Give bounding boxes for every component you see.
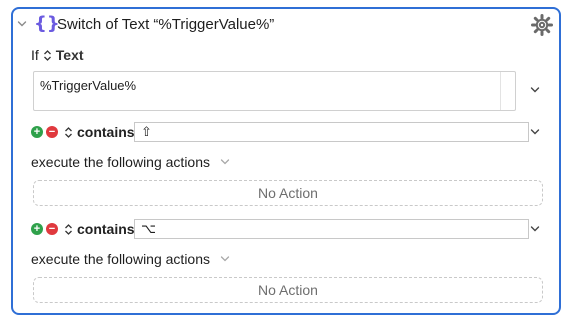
source-selector[interactable]: Text	[56, 47, 84, 63]
case-menu-chevron-icon[interactable]	[530, 225, 540, 233]
action-drop-zone[interactable]: No Action	[33, 277, 543, 303]
text-menu-chevron-icon[interactable]	[530, 86, 540, 94]
text-value: %TriggerValue%	[40, 78, 137, 93]
case-value-field[interactable]: ⌥	[134, 219, 529, 239]
textarea-scrollbar[interactable]	[500, 72, 515, 110]
if-label: If	[31, 47, 39, 63]
braces-icon: {}	[34, 13, 60, 34]
collapse-chevron-icon[interactable]	[17, 19, 27, 29]
execute-label: execute the following actions	[31, 251, 210, 267]
updown-chevron-icon[interactable]	[43, 49, 52, 62]
add-case-button[interactable]: +	[31, 126, 43, 138]
text-value-field[interactable]: %TriggerValue%	[33, 71, 516, 111]
updown-chevron-icon	[65, 126, 72, 138]
execute-actions-row: execute the following actions	[31, 154, 230, 170]
execute-chevron-icon[interactable]	[220, 255, 230, 263]
execute-chevron-icon[interactable]	[220, 158, 230, 166]
remove-case-button[interactable]: −	[46, 223, 58, 235]
condition-label: contains	[77, 124, 135, 140]
updown-chevron-icon	[65, 223, 72, 235]
case-menu-chevron-icon[interactable]	[530, 128, 540, 136]
case-row: + − contains	[31, 122, 141, 142]
action-drop-zone[interactable]: No Action	[33, 180, 543, 206]
case-value-field[interactable]: ⇧	[134, 122, 529, 142]
switch-action-panel: {} Switch of Text “%TriggerValue%” If Te…	[11, 7, 561, 315]
add-case-button[interactable]: +	[31, 223, 43, 235]
condition-selector[interactable]: contains	[64, 124, 135, 140]
action-title: Switch of Text “%TriggerValue%”	[57, 16, 275, 33]
condition-selector[interactable]: contains	[64, 221, 135, 237]
action-title-bar: {} Switch of Text “%TriggerValue%”	[13, 9, 559, 39]
execute-actions-row: execute the following actions	[31, 251, 230, 267]
execute-label: execute the following actions	[31, 154, 210, 170]
if-source-row: If Text	[31, 46, 84, 64]
condition-label: contains	[77, 221, 135, 237]
case-row: + − contains	[31, 219, 141, 239]
gear-icon[interactable]	[531, 14, 553, 36]
remove-case-button[interactable]: −	[46, 126, 58, 138]
